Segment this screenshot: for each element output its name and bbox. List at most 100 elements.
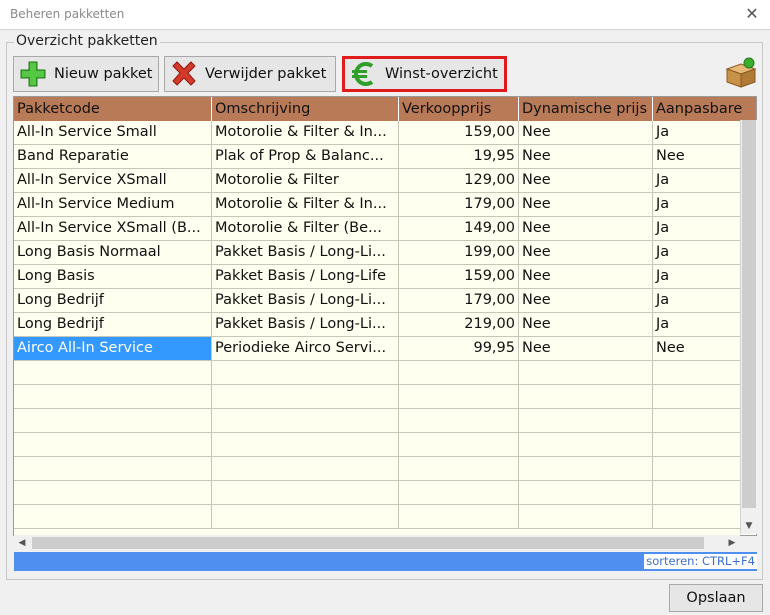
table-cell[interactable]: 149,00 xyxy=(399,217,519,241)
table-cell[interactable]: Long Basis xyxy=(14,265,212,289)
table-cell[interactable] xyxy=(14,385,212,409)
table-cell[interactable]: Nee xyxy=(519,337,653,361)
new-package-button[interactable]: Nieuw pakket xyxy=(13,56,159,92)
table-row[interactable]: Long Basis Normaal Pakket Basis / Long-Li… xyxy=(14,241,756,265)
table-cell[interactable]: 179,00 xyxy=(399,289,519,313)
table-cell[interactable] xyxy=(519,505,653,529)
table-cell[interactable]: All-In Service Medium xyxy=(14,193,212,217)
table-cell[interactable] xyxy=(212,457,399,481)
packages-table[interactable]: Pakketcode Omschrijving Verkoopprijs Dyn… xyxy=(13,96,757,536)
col-header-verkoopprijs[interactable]: Verkoopprijs xyxy=(399,97,519,121)
table-cell[interactable] xyxy=(212,361,399,385)
table-cell[interactable] xyxy=(399,361,519,385)
table-cell[interactable] xyxy=(212,409,399,433)
table-cell[interactable]: Motorolie & Filter (Be... xyxy=(212,217,399,241)
table-cell[interactable] xyxy=(14,409,212,433)
table-cell[interactable]: Pakket Basis / Long-Life xyxy=(212,265,399,289)
table-cell[interactable] xyxy=(399,457,519,481)
vertical-scroll-thumb[interactable] xyxy=(742,120,756,508)
table-cell[interactable] xyxy=(399,481,519,505)
table-cell[interactable]: All-In Service Small xyxy=(14,121,212,145)
table-cell[interactable]: Nee xyxy=(519,241,653,265)
table-cell[interactable]: 159,00 xyxy=(399,265,519,289)
table-cell[interactable] xyxy=(399,433,519,457)
table-cell[interactable] xyxy=(519,433,653,457)
table-cell[interactable]: Motorolie & Filter & In... xyxy=(212,193,399,217)
table-row[interactable]: Airco All-In Service Periodieke Airco Ser… xyxy=(14,337,756,361)
close-icon[interactable]: ✕ xyxy=(742,4,762,24)
table-cell[interactable]: Nee xyxy=(519,193,653,217)
table-cell[interactable]: Band Reparatie xyxy=(14,145,212,169)
table-row[interactable]: Long Bedrijf Pakket Basis / Long-Li... 179… xyxy=(14,289,756,313)
table-row[interactable] xyxy=(14,457,756,481)
table-cell[interactable]: Nee xyxy=(519,169,653,193)
table-row[interactable] xyxy=(14,505,756,529)
table-row[interactable]: Long Basis Pakket Basis / Long-Life 159,00… xyxy=(14,265,756,289)
table-cell[interactable]: Long Bedrijf xyxy=(14,313,212,337)
save-button[interactable]: Opslaan xyxy=(669,584,763,612)
table-cell[interactable]: 19,95 xyxy=(399,145,519,169)
table-cell[interactable]: Pakket Basis / Long-Li... xyxy=(212,289,399,313)
table-cell[interactable]: Pakket Basis / Long-Li... xyxy=(212,313,399,337)
table-cell[interactable] xyxy=(14,481,212,505)
table-cell[interactable] xyxy=(14,505,212,529)
table-cell[interactable]: 99,95 xyxy=(399,337,519,361)
table-cell[interactable] xyxy=(399,385,519,409)
table-cell[interactable] xyxy=(14,433,212,457)
horizontal-scroll-thumb[interactable] xyxy=(32,537,704,549)
table-cell[interactable] xyxy=(519,361,653,385)
table-cell[interactable] xyxy=(519,481,653,505)
table-cell[interactable] xyxy=(399,409,519,433)
delete-package-button[interactable]: Verwijder pakket xyxy=(164,56,336,92)
scroll-right-icon[interactable]: ▶ xyxy=(724,535,740,551)
table-cell[interactable]: Long Basis Normaal xyxy=(14,241,212,265)
table-cell[interactable]: Plak of Prop & Balanc... xyxy=(212,145,399,169)
table-row[interactable]: Band Reparatie Plak of Prop & Balanc... 19… xyxy=(14,145,756,169)
col-header-omschrijving[interactable]: Omschrijving xyxy=(212,97,399,121)
table-cell[interactable]: 159,00 xyxy=(399,121,519,145)
table-cell[interactable]: Nee xyxy=(519,289,653,313)
table-cell[interactable]: 199,00 xyxy=(399,241,519,265)
vertical-scrollbar[interactable]: ▼ xyxy=(740,120,757,534)
table-cell[interactable]: 179,00 xyxy=(399,193,519,217)
winst-overzicht-button[interactable]: Winst-overzicht xyxy=(342,56,507,92)
table-row[interactable] xyxy=(14,481,756,505)
col-header-pakketcode[interactable]: Pakketcode xyxy=(14,97,212,121)
table-row[interactable]: Long Bedrijf Pakket Basis / Long-Li... 219… xyxy=(14,313,756,337)
table-cell[interactable] xyxy=(212,385,399,409)
table-row[interactable]: All-In Service XSmall (B... Motorolie & F… xyxy=(14,217,756,241)
table-row[interactable]: All-In Service XSmall Motorolie & Filter 1… xyxy=(14,169,756,193)
table-cell[interactable]: Nee xyxy=(519,265,653,289)
table-row[interactable]: All-In Service Small Motorolie & Filter &… xyxy=(14,121,756,145)
col-header-aanpasbare[interactable]: Aanpasbare xyxy=(653,97,756,121)
table-cell[interactable]: Periodieke Airco Servi... xyxy=(212,337,399,361)
table-row[interactable] xyxy=(14,433,756,457)
table-row[interactable]: All-In Service Medium Motorolie & Filter … xyxy=(14,193,756,217)
table-cell[interactable]: 219,00 xyxy=(399,313,519,337)
package-box-icon[interactable] xyxy=(724,56,758,88)
table-cell[interactable] xyxy=(14,361,212,385)
table-cell[interactable]: Nee xyxy=(519,313,653,337)
table-cell[interactable] xyxy=(399,505,519,529)
table-row[interactable] xyxy=(14,361,756,385)
table-cell[interactable]: Nee xyxy=(519,217,653,241)
col-header-dynamische-prijs[interactable]: Dynamische prijs xyxy=(519,97,653,121)
table-cell[interactable] xyxy=(519,385,653,409)
table-cell[interactable] xyxy=(212,481,399,505)
table-cell[interactable]: Airco All-In Service xyxy=(14,337,212,361)
table-cell[interactable]: 129,00 xyxy=(399,169,519,193)
table-cell[interactable]: Long Bedrijf xyxy=(14,289,212,313)
table-cell[interactable] xyxy=(14,457,212,481)
table-cell[interactable]: Motorolie & Filter & In... xyxy=(212,121,399,145)
table-cell[interactable]: All-In Service XSmall (B... xyxy=(14,217,212,241)
table-row[interactable] xyxy=(14,385,756,409)
table-cell[interactable] xyxy=(519,457,653,481)
table-cell[interactable]: Nee xyxy=(519,145,653,169)
table-row[interactable] xyxy=(14,409,756,433)
scroll-left-icon[interactable]: ◀ xyxy=(14,535,30,551)
table-cell[interactable]: All-In Service XSmall xyxy=(14,169,212,193)
horizontal-scrollbar[interactable]: ◀ ▶ xyxy=(14,535,740,551)
scroll-down-icon[interactable]: ▼ xyxy=(741,518,757,534)
table-cell[interactable]: Motorolie & Filter xyxy=(212,169,399,193)
table-cell[interactable] xyxy=(212,505,399,529)
